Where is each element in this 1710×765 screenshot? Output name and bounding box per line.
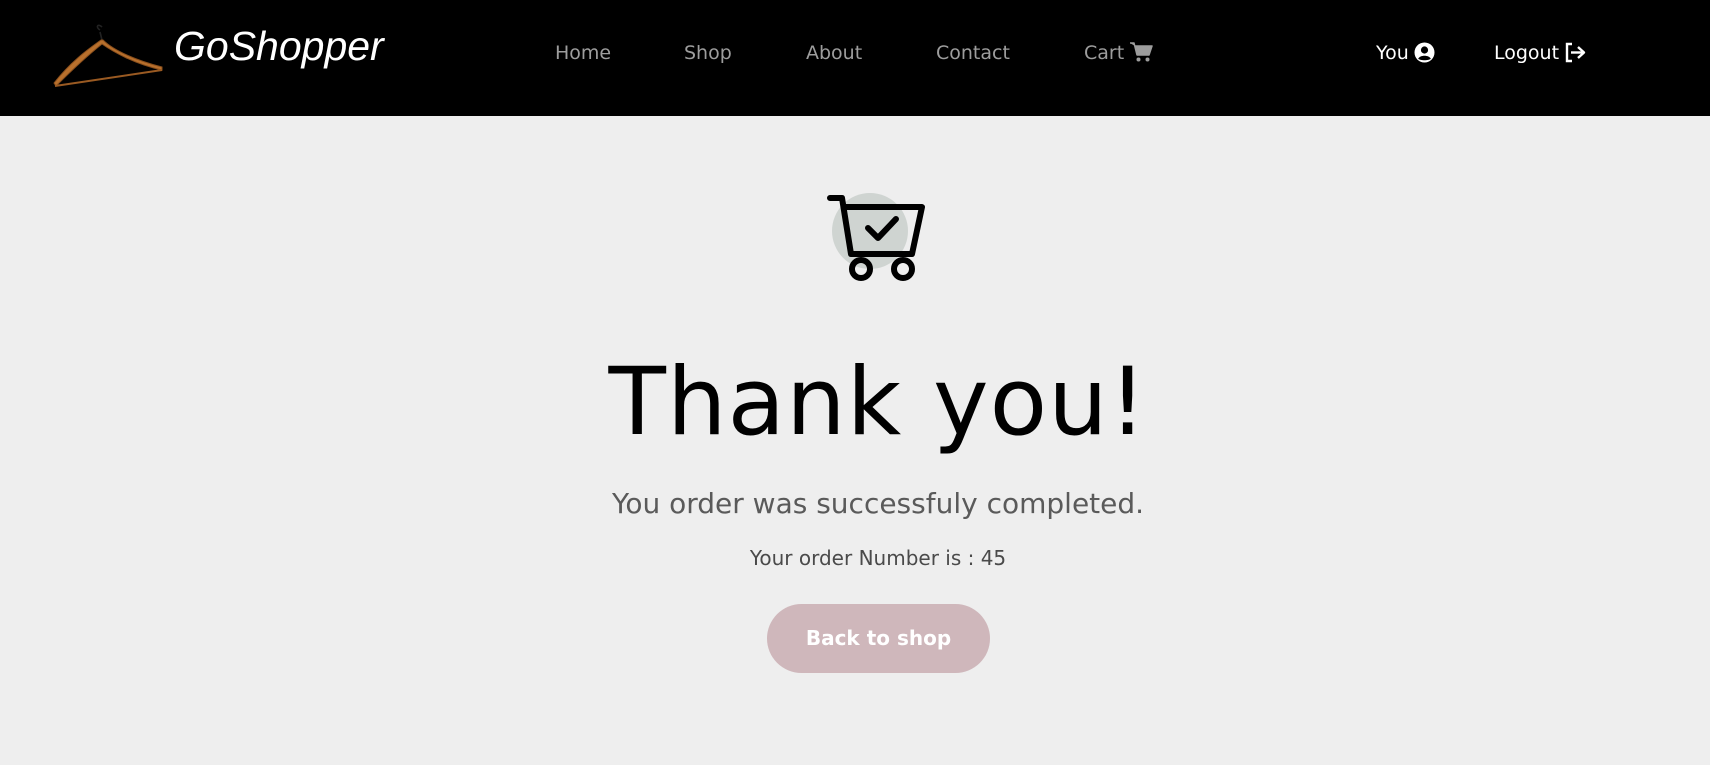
nav-cart-link[interactable]: Cart: [1084, 40, 1153, 66]
brand-link[interactable]: GoShopper: [52, 22, 384, 92]
user-link[interactable]: You: [1376, 40, 1435, 66]
nav-contact-link[interactable]: Contact: [936, 40, 1010, 66]
cart-check-icon: [827, 193, 925, 281]
logout-label: Logout: [1494, 42, 1560, 64]
nav-home-link[interactable]: Home: [555, 40, 611, 66]
top-navbar: GoShopper Home Shop About Contact Cart Y…: [0, 0, 1710, 116]
success-message: You order was successfuly completed.: [611, 487, 1145, 520]
logout-icon: [1565, 42, 1586, 62]
cart-icon: [1130, 42, 1153, 62]
confirmation-section: Thank you! You order was successfuly com…: [0, 116, 1710, 765]
logout-link[interactable]: Logout: [1494, 40, 1587, 66]
brand-name: GoShopper: [174, 22, 384, 69]
hanger-icon: [53, 24, 163, 87]
order-number: Your order Number is : 45: [749, 546, 1007, 570]
page-title: Thank you!: [608, 348, 1148, 457]
nav-shop-link[interactable]: Shop: [684, 40, 732, 66]
back-to-shop-button[interactable]: Back to shop: [767, 604, 990, 673]
nav-about-link[interactable]: About: [806, 40, 862, 66]
nav-cart-label: Cart: [1084, 42, 1125, 64]
user-label: You: [1376, 42, 1409, 64]
user-circle-icon: [1414, 42, 1435, 62]
